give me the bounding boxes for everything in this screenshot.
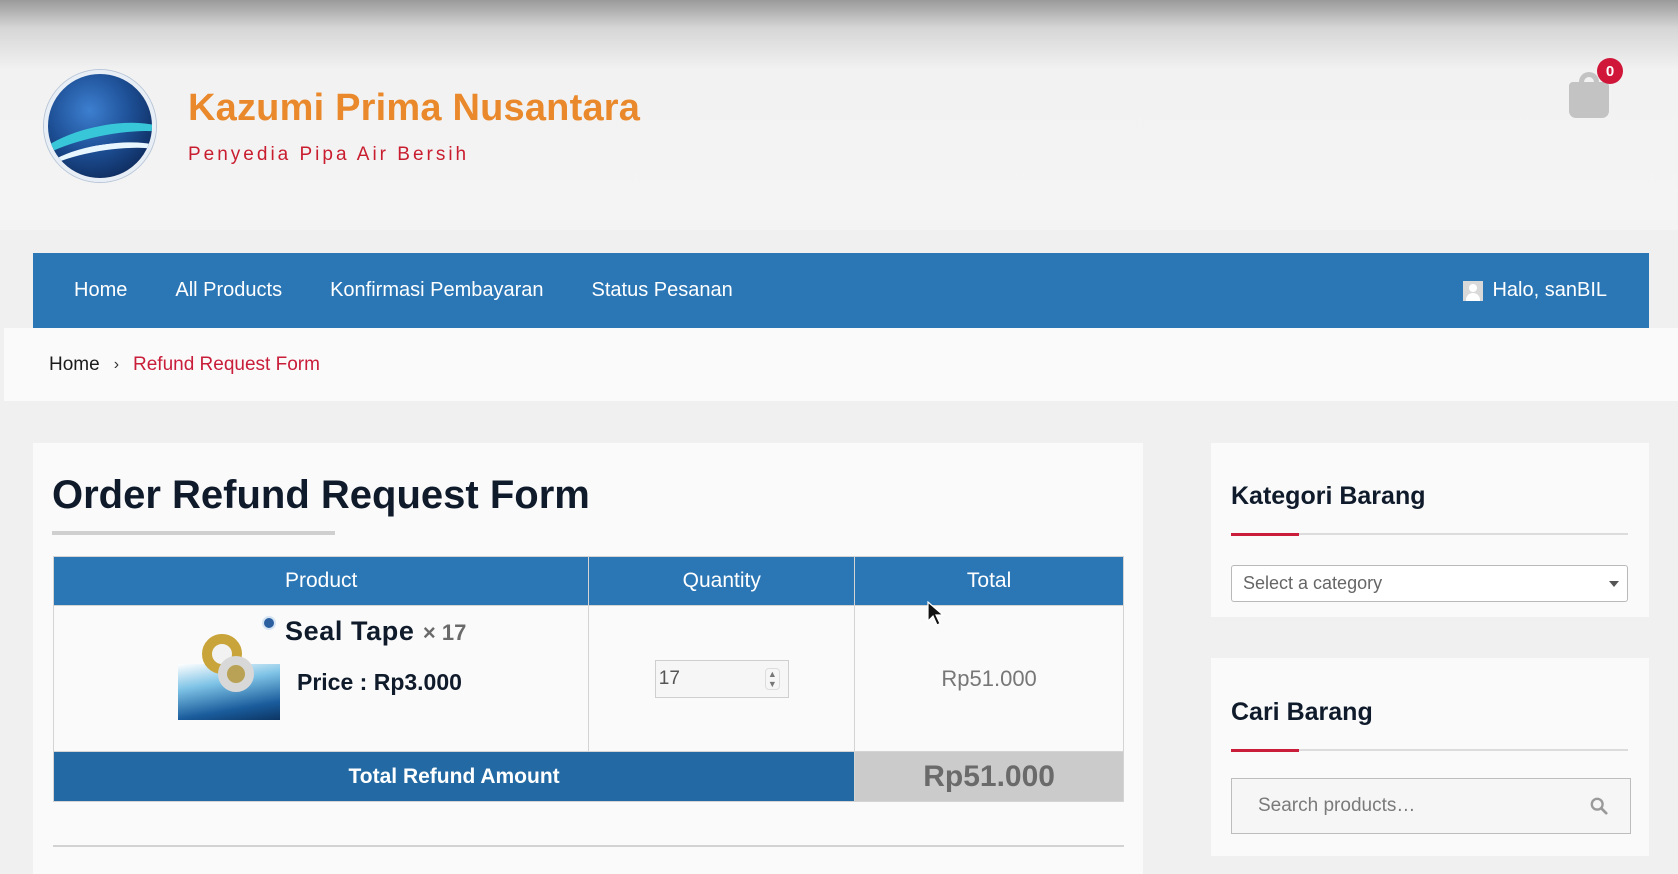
- nav-item-home[interactable]: Home: [74, 279, 127, 302]
- chevron-right-icon: ›: [113, 355, 120, 373]
- widget-title-rule: [1231, 533, 1628, 536]
- cart-button[interactable]: 0: [1567, 58, 1623, 122]
- quantity-input[interactable]: [658, 667, 749, 690]
- mouse-cursor-icon: [927, 601, 945, 626]
- search-icon[interactable]: [1590, 797, 1608, 815]
- category-select[interactable]: Select a category: [1231, 565, 1628, 602]
- product-info: Seal Tape × 17 Price : Rp3.000: [285, 616, 466, 720]
- category-widget: Kategori Barang Select a category: [1211, 443, 1649, 617]
- user-greeting[interactable]: Halo, sanBIL: [1492, 279, 1607, 302]
- product-thumbnail[interactable]: [178, 616, 280, 720]
- quantity-cell: ▲ ▼: [588, 605, 856, 752]
- title-underline: [52, 531, 335, 535]
- product-item: Seal Tape × 17 Price : Rp3.000: [178, 616, 466, 720]
- site-logo[interactable]: [44, 70, 156, 182]
- brand-text: Kazumi Prima Nusantara Penyedia Pipa Air…: [188, 87, 640, 166]
- site-title[interactable]: Kazumi Prima Nusantara: [188, 87, 640, 130]
- breadcrumb-current: Refund Request Form: [133, 353, 320, 375]
- product-name[interactable]: Seal Tape: [285, 616, 414, 646]
- page-title: Order Refund Request Form: [52, 473, 590, 517]
- site-tagline: Penyedia Pipa Air Bersih: [188, 143, 470, 165]
- table-row: Seal Tape × 17 Price : Rp3.000 ▲ ▼: [52, 605, 1124, 752]
- search-input[interactable]: Search products…: [1231, 778, 1631, 834]
- total-refund-amount: Rp51.000: [854, 751, 1124, 802]
- product-quantity-multiplier: × 17: [422, 620, 467, 645]
- user-account-menu[interactable]: Halo, sanBIL: [1463, 253, 1607, 328]
- category-widget-title: Kategori Barang: [1231, 482, 1426, 510]
- product-price: Price : Rp3.000: [297, 669, 462, 695]
- table-header-row: Product Quantity Total: [52, 556, 1124, 606]
- nav-item-all-products[interactable]: All Products: [175, 279, 282, 302]
- widget-title-rule: [1231, 749, 1628, 752]
- brand-logo-icon: [262, 616, 276, 630]
- product-title-line: Seal Tape × 17: [285, 616, 466, 647]
- refund-form-card: Order Refund Request Form Product Quanti…: [33, 443, 1143, 874]
- tape-roll-image: [218, 656, 254, 692]
- search-widget-title: Cari Barang: [1231, 698, 1373, 726]
- breadcrumb-home[interactable]: Home: [49, 354, 100, 376]
- nav-item-status-pesanan[interactable]: Status Pesanan: [592, 279, 733, 302]
- category-select-value: Select a category: [1243, 573, 1383, 593]
- main-navigation: Home All Products Konfirmasi Pembayaran …: [33, 253, 1649, 328]
- dropdown-caret-icon: [1609, 581, 1619, 587]
- table-footer-row: Total Refund Amount Rp51.000: [52, 751, 1124, 802]
- quantity-stepper[interactable]: ▲ ▼: [654, 659, 789, 698]
- line-total: Rp51.000: [854, 605, 1124, 752]
- nav-item-konfirmasi-pembayaran[interactable]: Konfirmasi Pembayaran: [330, 279, 543, 302]
- section-divider: [53, 845, 1124, 847]
- site-branding[interactable]: Kazumi Prima Nusantara Penyedia Pipa Air…: [44, 70, 640, 182]
- chevron-up-icon[interactable]: ▲: [768, 669, 777, 679]
- chevron-down-icon[interactable]: ▼: [768, 679, 777, 689]
- title-accent: [1231, 533, 1299, 536]
- total-refund-label: Total Refund Amount: [52, 751, 856, 802]
- cart-count-badge: 0: [1597, 58, 1623, 84]
- title-accent: [1231, 749, 1299, 752]
- breadcrumb: Home › Refund Request Form: [4, 328, 1678, 401]
- refund-table: Product Quantity Total Seal Tape × 17 Pr…: [52, 556, 1124, 802]
- shopping-bag-icon: [1569, 82, 1609, 118]
- column-header-total: Total: [854, 556, 1124, 606]
- search-placeholder: Search products…: [1258, 795, 1416, 816]
- column-header-product: Product: [52, 556, 590, 606]
- column-header-quantity: Quantity: [588, 556, 856, 606]
- product-cell: Seal Tape × 17 Price : Rp3.000: [52, 605, 590, 752]
- user-avatar-icon: [1463, 280, 1484, 301]
- search-widget: Cari Barang Search products…: [1211, 658, 1649, 856]
- stepper-arrows[interactable]: ▲ ▼: [764, 667, 780, 690]
